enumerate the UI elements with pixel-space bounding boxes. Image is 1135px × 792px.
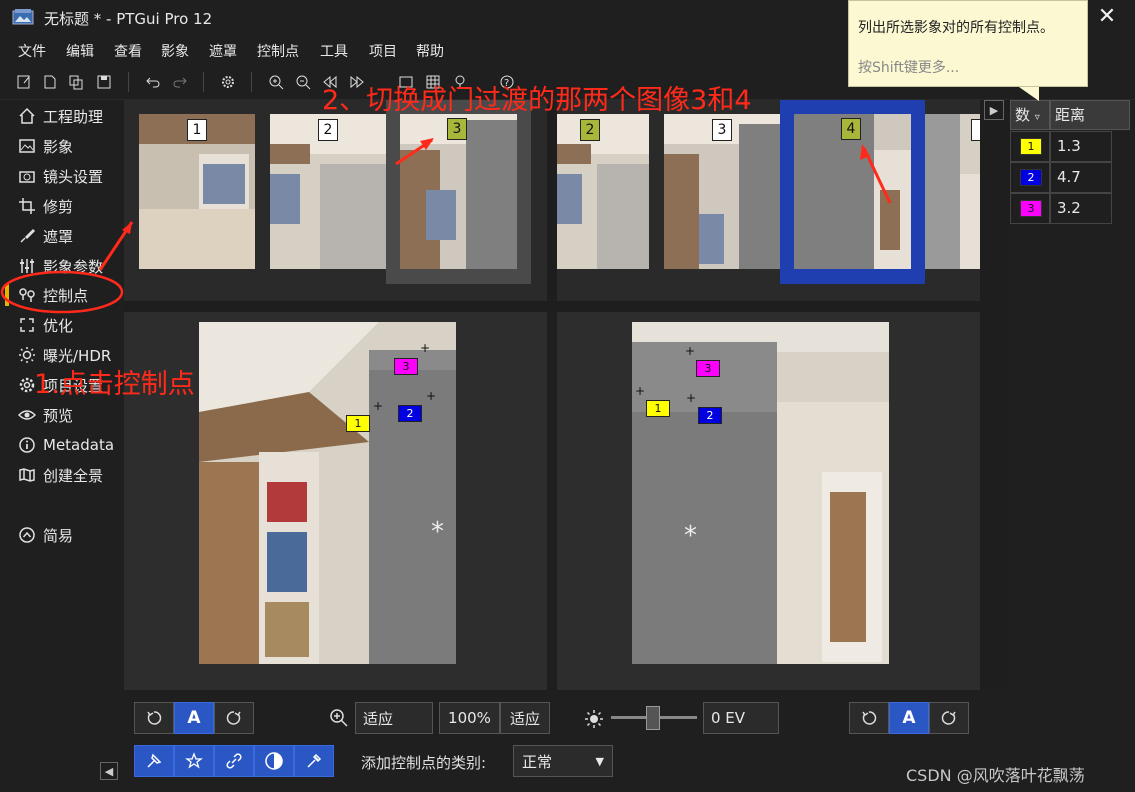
watermark: CSDN @风吹落叶花飘荡 xyxy=(906,766,1085,785)
annotation-overlay xyxy=(0,138,892,314)
